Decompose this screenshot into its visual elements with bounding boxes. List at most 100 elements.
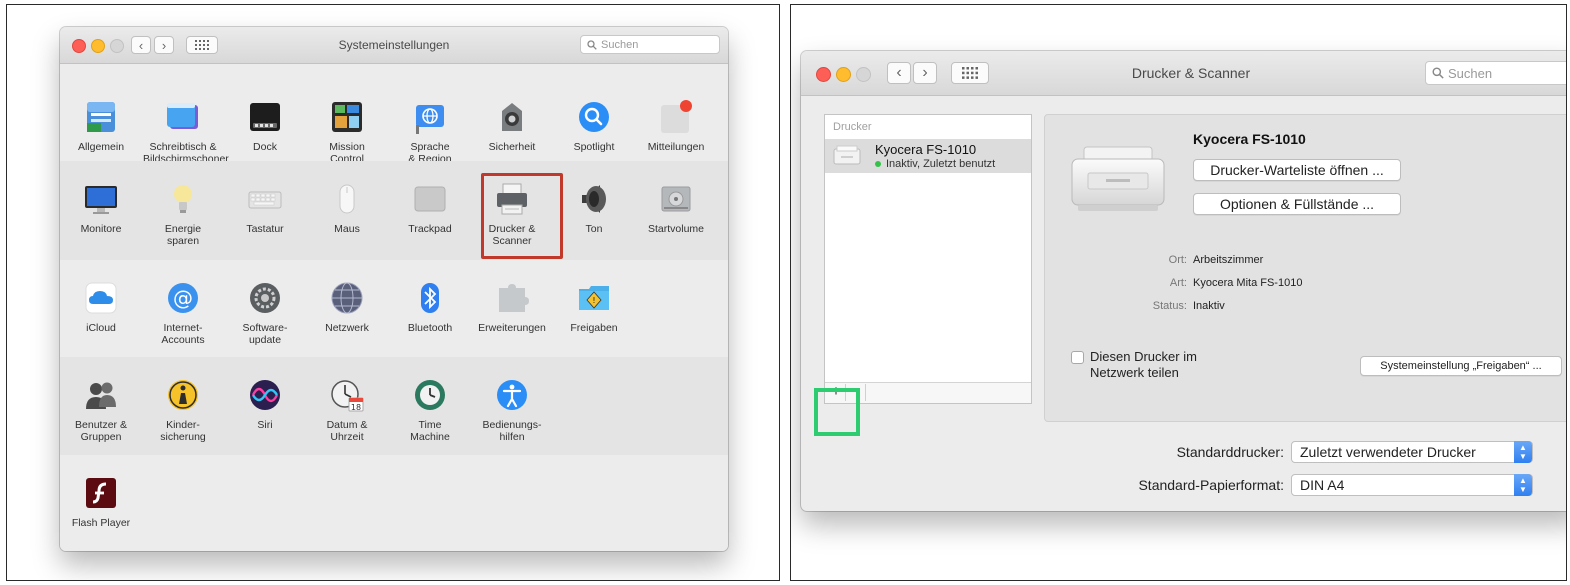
share-printer-checkbox[interactable] <box>1071 351 1084 364</box>
pane-energy-saver[interactable]: Energie sparen <box>143 181 223 247</box>
svg-text:18: 18 <box>351 403 361 412</box>
titlebar: ‹ › Systemeinstellungen Suchen <box>60 27 728 64</box>
pane-label: Sicherheit <box>488 141 536 153</box>
pane-label: Kinder- sicherung <box>160 419 206 443</box>
keyboard-icon <box>247 181 283 217</box>
mission-control-icon <box>329 99 365 135</box>
pane-label: Freigaben <box>570 322 618 334</box>
software-update-icon <box>247 280 283 316</box>
pane-label: Spotlight <box>573 141 615 153</box>
pane-notifications[interactable]: Mitteilungen <box>636 99 716 153</box>
pane-trackpad[interactable]: Trackpad <box>390 181 470 235</box>
paper-size-value: DIN A4 <box>1300 477 1345 493</box>
left-screenshot-panel: ‹ › Systemeinstellungen Suchen Allgemein… <box>6 4 780 581</box>
kind-value: Kyocera Mita FS-1010 <box>1193 277 1303 289</box>
pane-security[interactable]: Sicherheit <box>472 99 552 153</box>
options-supplies-button[interactable]: Optionen & Füllstände ... <box>1193 193 1401 215</box>
network-icon <box>329 280 365 316</box>
pane-internet-accounts[interactable]: @ Internet- Accounts <box>143 280 223 346</box>
pane-label: Maus <box>334 223 360 235</box>
pane-sharing[interactable]: ! Freigaben <box>554 280 634 334</box>
pane-startup-disk[interactable]: Startvolume <box>636 181 716 235</box>
pane-date-time[interactable]: 18 Datum & Uhrzeit <box>307 377 387 443</box>
list-item-kyocera[interactable]: Kyocera FS-1010 Inaktiv, Zuletzt benutzt <box>825 139 1031 173</box>
pane-extensions[interactable]: Erweiterungen <box>472 280 552 334</box>
select-stepper-icon: ▲ ▼ <box>1514 474 1532 496</box>
dock-icon <box>247 99 283 135</box>
pane-label: Tastatur <box>246 223 284 235</box>
sharing-preferences-button[interactable]: Systemeinstellung „Freigaben“ ... <box>1360 356 1562 376</box>
pane-label: Ton <box>585 223 603 235</box>
pane-parental-controls[interactable]: Kinder- sicherung <box>143 377 223 443</box>
pane-mouse[interactable]: Maus <box>307 181 387 235</box>
location-value: Arbeitszimmer <box>1193 254 1264 266</box>
svg-text:!: ! <box>592 296 595 305</box>
general-icon <box>83 99 119 135</box>
pane-desktop-screensaver[interactable]: Schreibtisch & Bildschirmschoner <box>143 99 229 165</box>
paper-size-label: Standard-Papierformat: <box>1138 477 1284 493</box>
pane-icloud[interactable]: iCloud <box>61 280 141 334</box>
pane-software-update[interactable]: Software- update <box>225 280 305 346</box>
pane-label: iCloud <box>86 322 116 334</box>
pane-label: Monitore <box>80 223 122 235</box>
bluetooth-icon <box>412 280 448 316</box>
preference-row: Monitore Energie sparen Tastatur Maus Trackp… <box>60 161 728 261</box>
search-field[interactable]: Suchen <box>580 35 720 54</box>
printer-pane-highlight <box>481 173 563 259</box>
search-icon <box>1432 67 1444 79</box>
pane-language-region[interactable]: Sprache & Region <box>390 99 470 165</box>
pane-label: Mitteilungen <box>647 141 705 153</box>
energy-saver-icon <box>165 181 201 217</box>
search-icon <box>587 39 597 50</box>
displays-icon <box>83 181 119 217</box>
notifications-icon <box>658 99 694 135</box>
titlebar: ‹ › Drucker & Scanner Suchen <box>801 51 1566 96</box>
pane-network[interactable]: Netzwerk <box>307 280 387 334</box>
pane-sound[interactable]: Ton <box>554 181 634 235</box>
accessibility-icon <box>494 377 530 413</box>
parental-controls-icon <box>165 377 201 413</box>
default-printer-select[interactable]: Zuletzt verwendeter Drucker ▲ ▼ <box>1291 441 1533 463</box>
paper-size-select[interactable]: DIN A4 ▲ ▼ <box>1291 474 1533 496</box>
search-field[interactable]: Suchen <box>1425 61 1566 85</box>
pane-label: Energie sparen <box>164 223 202 247</box>
status-dot-icon <box>875 161 881 167</box>
pane-label: Datum & Uhrzeit <box>326 419 368 443</box>
pane-displays[interactable]: Monitore <box>61 181 141 235</box>
desktop-screensaver-icon <box>165 99 201 135</box>
printers-scanners-window: ‹ › Drucker & Scanner Suchen Drucker Kyo… <box>801 51 1566 511</box>
pane-bluetooth[interactable]: Bluetooth <box>390 280 470 334</box>
pane-accessibility[interactable]: Bedienungs- hilfen <box>472 377 552 443</box>
flash-player-icon <box>83 475 119 511</box>
add-button-highlight <box>814 388 860 436</box>
pane-label: Erweiterungen <box>478 322 546 334</box>
system-preferences-window: ‹ › Systemeinstellungen Suchen Allgemein… <box>60 27 728 551</box>
pane-label: Bluetooth <box>407 322 453 334</box>
pane-label: Netzwerk <box>325 322 369 334</box>
printer-status: Inaktiv, Zuletzt benutzt <box>886 158 996 170</box>
pane-time-machine[interactable]: Time Machine <box>390 377 470 443</box>
pane-general[interactable]: Allgemein <box>61 99 141 153</box>
mouse-icon <box>329 181 365 217</box>
printer-detail-pane: Kyocera FS-1010 Drucker-Warteliste öffne… <box>1044 114 1566 422</box>
pane-flash-player[interactable]: Flash Player <box>61 475 141 529</box>
language-region-icon <box>412 99 448 135</box>
sharing-icon: ! <box>576 280 612 316</box>
pane-spotlight[interactable]: Spotlight <box>554 99 634 153</box>
pane-dock[interactable]: Dock <box>225 99 305 153</box>
preference-row: Benutzer & Gruppen Kinder- sicherung Siri 1… <box>60 357 728 456</box>
date-time-icon: 18 <box>329 377 365 413</box>
pane-users-groups[interactable]: Benutzer & Gruppen <box>61 377 141 443</box>
printer-status-line: Inaktiv, Zuletzt benutzt <box>875 158 995 170</box>
default-printer-value: Zuletzt verwendeter Drucker <box>1300 444 1476 460</box>
pane-label: Flash Player <box>71 517 131 529</box>
pane-siri[interactable]: Siri <box>225 377 305 431</box>
pane-label: Time Machine <box>410 419 450 443</box>
pane-keyboard[interactable]: Tastatur <box>225 181 305 235</box>
open-print-queue-button[interactable]: Drucker-Warteliste öffnen ... <box>1193 159 1401 181</box>
status-value: Inaktiv <box>1193 300 1225 312</box>
pane-mission-control[interactable]: Mission Control <box>307 99 387 165</box>
pane-label: Dock <box>253 141 277 153</box>
extensions-icon <box>494 280 530 316</box>
pane-label: Bedienungs- hilfen <box>482 419 542 443</box>
